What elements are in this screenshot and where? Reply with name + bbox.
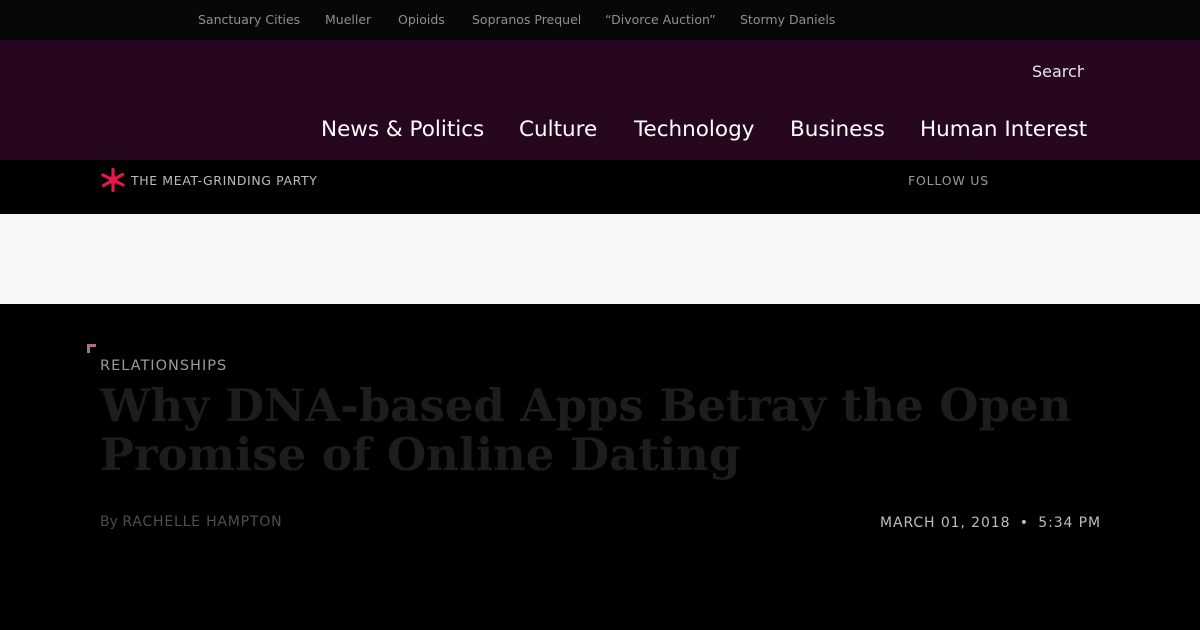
trending-link-sanctuary-cities[interactable]: Sanctuary Cities: [198, 12, 300, 27]
trending-link-divorce-auction[interactable]: “Divorce Auction”: [605, 12, 716, 27]
article-date: MARCH 01, 2018: [880, 515, 1011, 531]
trending-bar: Sanctuary Cities Mueller Opioids Soprano…: [0, 0, 1200, 40]
nav-technology[interactable]: Technology: [634, 117, 754, 142]
slate-logo-icon[interactable]: [100, 167, 126, 193]
follow-us-button[interactable]: FOLLOW US: [908, 173, 989, 188]
author-link[interactable]: RACHELLE HAMPTON: [122, 514, 282, 530]
nav-business[interactable]: Business: [790, 117, 885, 142]
trending-link-sopranos-prequel[interactable]: Sopranos Prequel: [472, 12, 581, 27]
nav-human-interest[interactable]: Human Interest: [920, 117, 1087, 142]
article-byline: By RACHELLE HAMPTON: [100, 514, 282, 530]
nav-culture[interactable]: Culture: [519, 117, 597, 142]
article-category[interactable]: RELATIONSHIPS: [100, 358, 227, 374]
search-button[interactable]: Search: [1032, 62, 1084, 82]
corner-bracket: [87, 344, 96, 353]
byline-prefix: By: [100, 514, 118, 530]
ad-placeholder: [0, 214, 1200, 304]
site-header: Search News & Politics Culture Technolog…: [0, 40, 1200, 160]
nav-news-politics[interactable]: News & Politics: [321, 117, 484, 142]
trending-link-stormy-daniels[interactable]: Stormy Daniels: [740, 12, 835, 27]
article-time: 5:34 PM: [1038, 515, 1101, 531]
date-separator: •: [1019, 515, 1029, 531]
article-title: Why DNA-based Apps Betray the Open Promi…: [100, 379, 1072, 481]
article-timestamp: MARCH 01, 2018 • 5:34 PM: [880, 515, 1101, 531]
promo-link[interactable]: THE MEAT-GRINDING PARTY: [131, 173, 318, 188]
trending-link-opioids[interactable]: Opioids: [398, 12, 445, 27]
trending-link-mueller[interactable]: Mueller: [325, 12, 371, 27]
